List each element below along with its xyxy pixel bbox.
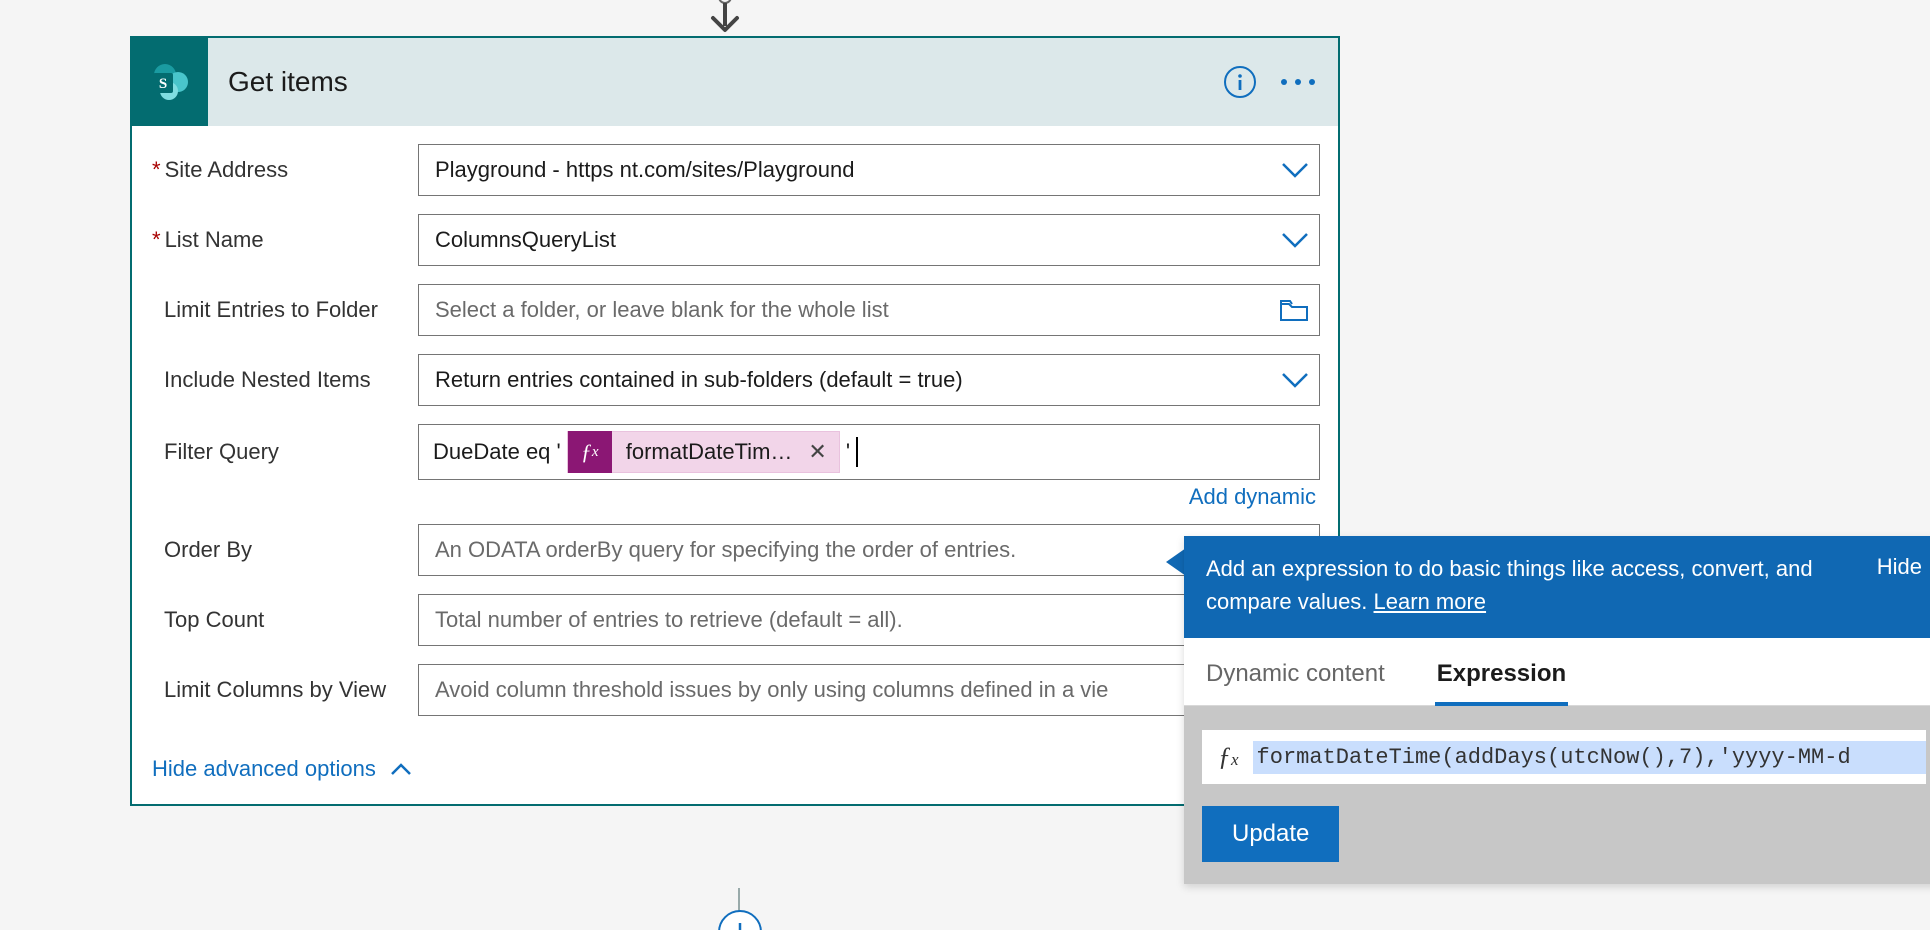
add-dynamic-content-link[interactable]: Add dynamic (1189, 484, 1316, 510)
filter-query-input[interactable]: DueDate eq ' ƒx formatDateTim… ✕ ' (418, 424, 1320, 480)
flow-designer-canvas: S Get items *Site Address Playground - h… (0, 0, 1930, 930)
filter-query-literal-suffix: ' (846, 439, 850, 465)
popout-description: Add an expression to do basic things lik… (1206, 552, 1857, 618)
label-top-count: Top Count (150, 607, 418, 633)
connector-line (738, 888, 740, 912)
label-site-address: *Site Address (150, 157, 418, 183)
list-name-dropdown[interactable]: ColumnsQueryList (418, 214, 1320, 266)
popout-beak (1166, 548, 1186, 576)
site-address-dropdown[interactable]: Playground - https nt.com/sites/Playgrou… (418, 144, 1320, 196)
chevron-down-icon (1281, 161, 1309, 179)
remove-token-icon[interactable]: ✕ (802, 439, 838, 465)
nested-dropdown[interactable]: Return entries contained in sub-folders … (418, 354, 1320, 406)
chevron-down-icon (1281, 231, 1309, 249)
tab-dynamic-content[interactable]: Dynamic content (1204, 652, 1387, 705)
incoming-connector-arrow (700, 0, 750, 38)
more-menu-icon[interactable] (1268, 76, 1338, 88)
add-step-button[interactable] (718, 910, 762, 930)
expression-token[interactable]: ƒx formatDateTim… ✕ (567, 431, 840, 473)
popout-tabs: Dynamic content Expression (1184, 638, 1930, 706)
label-list-name: *List Name (150, 227, 418, 253)
learn-more-link[interactable]: Learn more (1374, 589, 1487, 614)
sharepoint-icon: S (132, 38, 208, 126)
label-nested: Include Nested Items (150, 367, 418, 393)
info-icon[interactable] (1212, 65, 1268, 99)
tab-expression[interactable]: Expression (1435, 652, 1568, 706)
folder-picker-icon[interactable] (1279, 298, 1309, 322)
limit-folder-input[interactable]: Select a folder, or leave blank for the … (418, 284, 1320, 336)
label-order-by: Order By (150, 537, 418, 563)
chevron-up-icon (390, 762, 412, 776)
card-body: *Site Address Playground - https nt.com/… (132, 126, 1338, 804)
hide-advanced-options-toggle[interactable]: Hide advanced options (150, 756, 412, 782)
action-card-get-items: S Get items *Site Address Playground - h… (130, 36, 1340, 806)
expression-text[interactable]: formatDateTime(addDays(utcNow(),7),'yyyy… (1253, 741, 1926, 774)
fx-icon: ƒx (568, 431, 612, 473)
popout-header: Add an expression to do basic things lik… (1184, 536, 1930, 638)
filter-query-literal-prefix: DueDate eq ' (433, 439, 561, 465)
card-title: Get items (208, 66, 1212, 98)
label-limit-folder: Limit Entries to Folder (150, 297, 418, 323)
svg-text:S: S (159, 76, 167, 92)
expression-input[interactable]: ƒx formatDateTime(addDays(utcNow(),7),'y… (1202, 730, 1926, 784)
hide-popout-button[interactable]: Hide (1877, 552, 1922, 580)
text-caret (856, 437, 858, 467)
expression-token-name: formatDateTim… (612, 439, 803, 465)
chevron-down-icon (1281, 371, 1309, 389)
label-filter-query: Filter Query (150, 439, 418, 465)
card-header[interactable]: S Get items (132, 38, 1338, 126)
fx-icon: ƒx (1212, 742, 1253, 772)
popout-body: ƒx formatDateTime(addDays(utcNow(),7),'y… (1184, 706, 1930, 884)
expression-popout: Add an expression to do basic things lik… (1184, 536, 1930, 884)
label-limit-view: Limit Columns by View (150, 677, 418, 703)
update-button[interactable]: Update (1202, 806, 1339, 862)
